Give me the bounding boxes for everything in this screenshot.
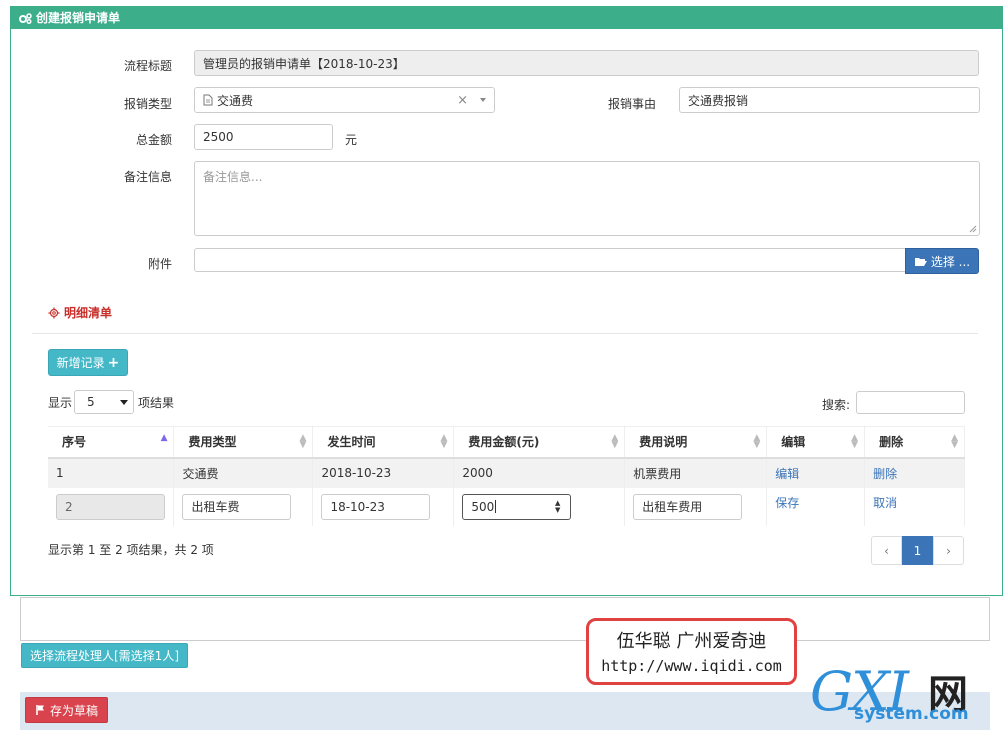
search-input[interactable] [856,391,965,414]
sort-icon: ▲ ▼ [611,433,619,450]
flow-title-field[interactable]: 管理员的报销申请单【2018-10-23】 [194,50,979,76]
search-label: 搜索: [822,398,851,412]
logo-sub: system.com [854,704,969,724]
sort-icon: ▲ ▼ [851,433,859,450]
cell-type: 交通费 [173,457,314,488]
type-label: 报销类型 [123,97,172,111]
select-handler-button[interactable]: 选择流程处理人[需选择1人] [21,643,188,668]
cell-no: 1 [48,457,175,488]
remark-label: 备注信息 [123,170,172,184]
edit-amount-field[interactable]: 500 ▲ ▼ [462,493,572,520]
handler-box [20,597,990,641]
table-row: 1 交通费 2018-10-23 2000 机票费用 编辑 删除 [48,457,965,488]
cell-date: 2018-10-23 [312,457,455,488]
attach-label: 附件 [147,257,172,271]
type-select[interactable]: 交通费 × [194,87,495,113]
page-size-suffix: 项结果 [138,396,175,410]
folder-open-icon [914,257,927,266]
total-value: 2500 [203,130,234,144]
flow-title-value: 管理员的报销申请单【2018-10-23】 [203,56,405,71]
page-size-select[interactable]: 5 [74,390,134,414]
sort-icon: ▲ ▼ [299,433,307,450]
col-header-date[interactable]: 发生时间 ▲ ▼ [312,426,455,459]
reason-field[interactable]: 交通费报销 [679,87,980,113]
col-header-delete[interactable]: 删除 ▲ ▼ [864,426,965,459]
col-header-no[interactable]: 序号 ▲ [48,426,175,459]
cancel-link[interactable]: 取消 [873,496,897,510]
gears-icon [19,12,32,24]
detail-table: 序号 ▲ 费用类型 ▲ ▼ 发生时间 ▲ ▼ 费用金额(元) ▲ ▼ 费用说明 ▲ ▼ 编辑 ▲ ▼ … [48,426,965,526]
watermark-line2: http://www.iqidi.com [601,657,782,675]
caret-down-icon[interactable] [480,98,486,102]
resize-handle-icon[interactable] [969,225,977,233]
attach-select-label: 选择 ... [930,254,971,269]
flow-title-label: 流程标题 [123,59,172,73]
edit-desc-field[interactable]: 出租车费用 [633,493,743,520]
attach-field[interactable] [194,248,906,272]
pager-next[interactable]: › [933,536,964,565]
col-header-edit[interactable]: 编辑 ▲ ▼ [766,426,866,459]
site-logo: GXI 网 system.com [810,660,1005,745]
cell-desc: 机票费用 [624,457,768,488]
add-record-label: 新增记录 [56,356,105,370]
col-header-amount[interactable]: 费用金额(元) ▲ ▼ [453,426,626,459]
save-draft-button[interactable]: 存为草稿 [25,697,108,723]
table-header-row: 序号 ▲ 费用类型 ▲ ▼ 发生时间 ▲ ▼ 费用金额(元) ▲ ▼ 费用说明 ▲ ▼ 编辑 ▲ ▼ … [48,426,965,459]
detail-section-label: 明细清单 [64,306,113,320]
reason-value: 交通费报销 [688,93,749,108]
page-size-value: 5 [87,395,95,409]
col-header-type[interactable]: 费用类型 ▲ ▼ [173,426,314,459]
gear-icon [48,307,60,318]
plus-icon: + [107,354,120,371]
app-window: 创建报销申请单 流程标题 管理员的报销申请单【2018-10-23】 报销类型 … [0,0,1008,747]
pager-page-1[interactable]: 1 [902,536,933,565]
remark-textarea[interactable]: 备注信息... [194,161,980,236]
clear-icon[interactable]: × [457,93,468,108]
file-icon [203,94,213,106]
spinner-icon[interactable]: ▲ ▼ [555,499,560,514]
sort-icon: ▲ ▼ [440,433,448,450]
edit-date-field[interactable]: 18-10-23 [321,493,431,520]
sort-asc-icon: ▲ [160,433,168,443]
col-header-desc[interactable]: 费用说明 ▲ ▼ [624,426,768,459]
reason-label: 报销事由 [607,97,656,111]
add-record-button[interactable]: 新增记录 + [48,349,128,376]
edit-link[interactable]: 编辑 [775,467,799,481]
type-select-value: 交通费 [217,93,254,108]
save-link[interactable]: 保存 [775,496,799,510]
watermark-line1: 伍华聪 广州爱奇迪 [616,631,767,652]
flag-icon [36,705,44,715]
panel-header: 创建报销申请单 [11,7,1002,29]
total-label: 总金额 [135,133,172,147]
sort-icon: ▲ ▼ [753,433,761,450]
table-row-editing: 2 出租车费 18-10-23 500 ▲ ▼ 出租车费用 保存 取消 [48,487,965,526]
edit-no-field: 2 [56,493,165,520]
table-summary: 显示第 1 至 2 项结果，共 2 项 [48,543,214,557]
watermark-box: 伍华聪 广州爱奇迪 http://www.iqidi.com [586,618,797,685]
delete-link[interactable]: 删除 [873,467,897,481]
section-divider [32,333,978,334]
panel-title: 创建报销申请单 [36,11,121,25]
save-draft-label: 存为草稿 [49,703,98,718]
edit-type-field[interactable]: 出租车费 [182,493,292,520]
caret-down-icon [120,400,128,405]
remark-placeholder: 备注信息... [203,170,263,184]
pager-prev[interactable]: ‹ [871,536,902,565]
show-label: 显示 [48,396,73,410]
sort-icon: ▲ ▼ [951,433,958,450]
detail-section-title: 明细清单 [48,304,112,321]
total-unit: 元 [345,133,358,147]
cell-amount: 2000 [453,457,626,488]
pagination: ‹ 1 › [871,536,964,565]
total-field[interactable]: 2500 [194,124,333,150]
attach-select-button[interactable]: 选择 ... [905,248,979,274]
